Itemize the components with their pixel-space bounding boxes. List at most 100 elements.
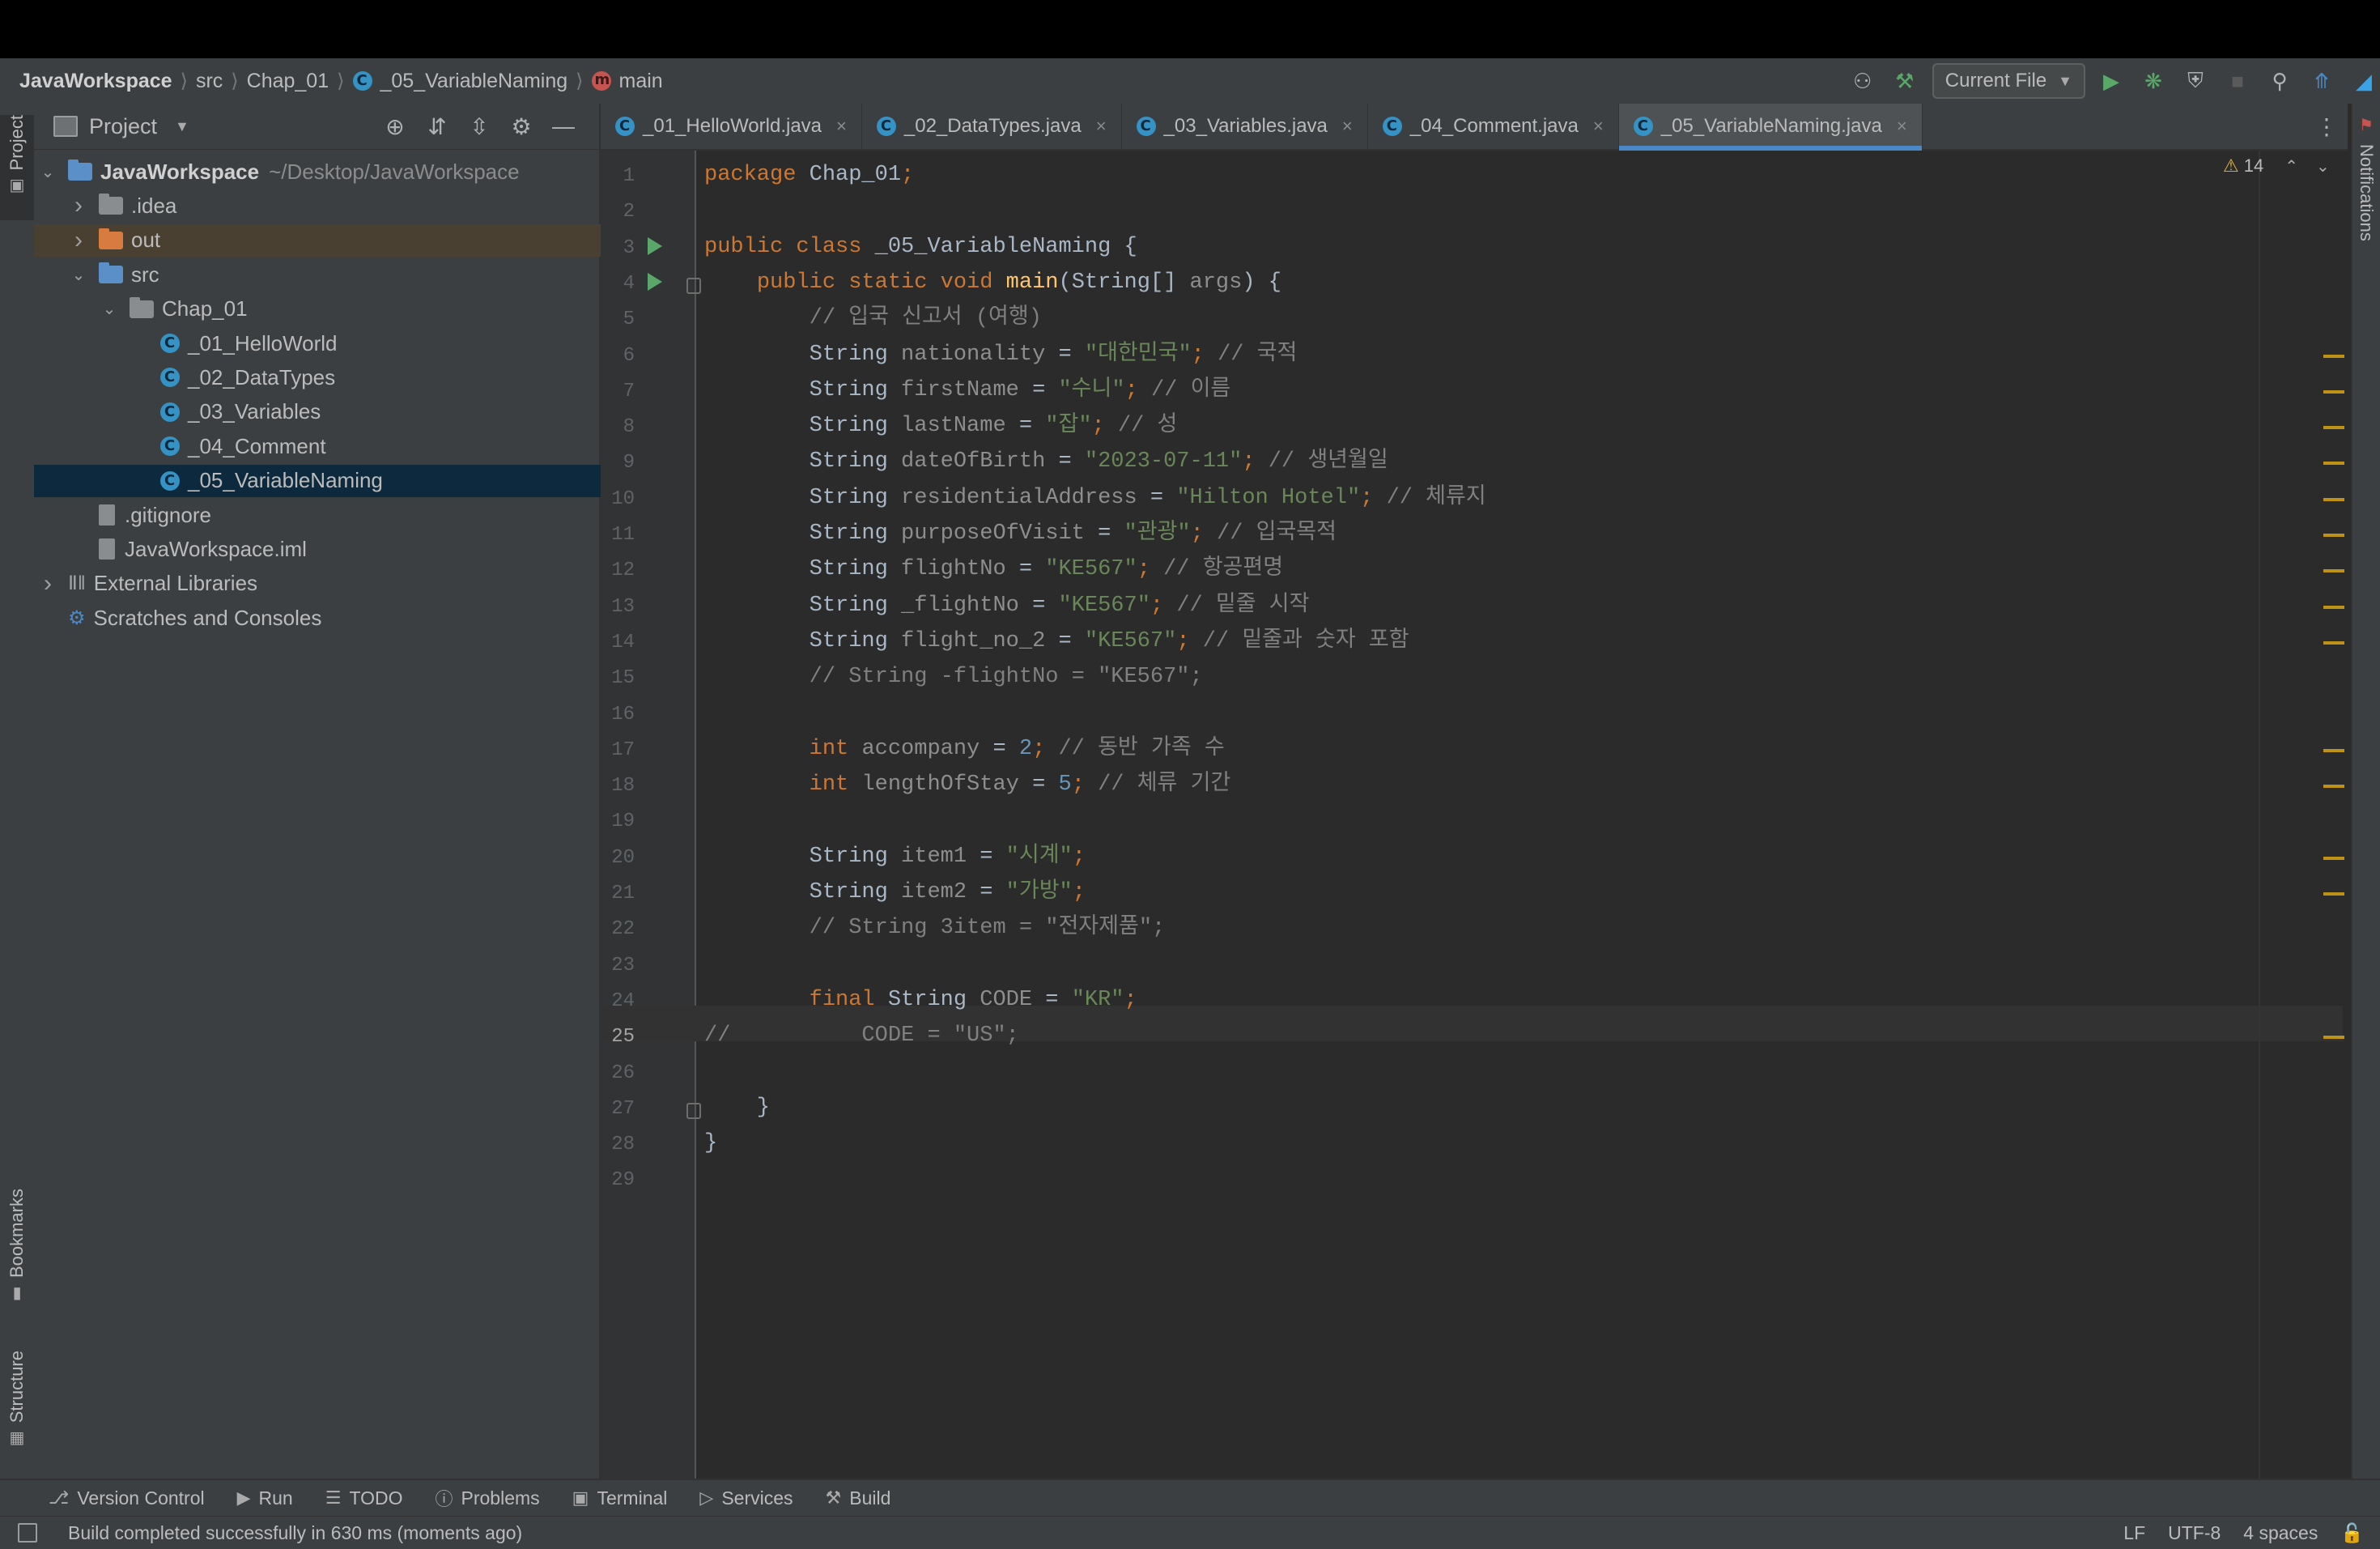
editor-tab[interactable]: _02_DataTypes.java × bbox=[862, 104, 1122, 149]
warning-marker[interactable] bbox=[2323, 569, 2344, 573]
tree-item[interactable]: _05_VariableNaming bbox=[34, 464, 696, 497]
chevron-up-icon[interactable]: ⌃ bbox=[2284, 156, 2298, 177]
close-icon[interactable]: × bbox=[1342, 116, 1353, 137]
code-line[interactable]: String flight_no_2 = "KE567"; // 밑줄과 숫자 … bbox=[704, 623, 1409, 659]
breadcrumb-item[interactable]: _05_VariableNaming bbox=[352, 70, 567, 93]
run-gutter-icon[interactable] bbox=[648, 272, 662, 291]
line-separator[interactable]: LF bbox=[2123, 1522, 2145, 1544]
code-line[interactable]: } bbox=[704, 1090, 770, 1126]
code-line[interactable]: final String CODE = "KR"; bbox=[704, 982, 1137, 1018]
fold-icon[interactable] bbox=[686, 1102, 701, 1119]
bottom-tool-problems[interactable]: ⓘ Problems bbox=[436, 1485, 540, 1511]
code-line[interactable]: int accompany = 2; // 동반 가족 수 bbox=[704, 731, 1225, 767]
warning-marker[interactable] bbox=[2323, 748, 2344, 752]
inspection-widget[interactable]: ⚠ 14 ⌃ ⌄ bbox=[2223, 155, 2330, 177]
close-icon[interactable]: × bbox=[836, 116, 847, 137]
warning-marker[interactable] bbox=[2323, 785, 2344, 789]
user-icon[interactable]: ⚇ bbox=[1847, 65, 1879, 97]
tree-item[interactable]: _04_Comment bbox=[34, 430, 696, 462]
warning-marker[interactable] bbox=[2323, 640, 2344, 645]
hide-icon[interactable]: — bbox=[542, 113, 584, 139]
run-gutter-icon[interactable] bbox=[648, 236, 662, 255]
code-line[interactable]: String flightNo = "KE567"; // 항공편명 bbox=[704, 551, 1283, 587]
build-hammer-icon[interactable]: ⚒ bbox=[1889, 65, 1921, 97]
update-icon[interactable]: ⤊ bbox=[2306, 65, 2338, 97]
tree-item[interactable]: › out bbox=[34, 223, 635, 257]
code-line[interactable]: String item1 = "시계"; bbox=[704, 839, 1086, 875]
lock-icon[interactable]: 🔓 bbox=[2340, 1522, 2364, 1544]
editor-tab[interactable]: _04_Comment.java × bbox=[1368, 104, 1619, 149]
warning-marker[interactable] bbox=[2323, 497, 2344, 501]
search-icon[interactable]: ⚲ bbox=[2263, 65, 2296, 97]
warning-marker[interactable] bbox=[2323, 389, 2344, 394]
editor-tab[interactable]: _05_VariableNaming.java × bbox=[1618, 104, 1923, 151]
bottom-tool-run[interactable]: ▶ Run bbox=[237, 1487, 293, 1509]
close-icon[interactable]: × bbox=[1593, 116, 1604, 137]
warning-marker[interactable] bbox=[2323, 892, 2344, 896]
bottom-tool-terminal[interactable]: ▣ Terminal bbox=[572, 1487, 668, 1509]
code-line[interactable]: package Chap_01; bbox=[704, 157, 914, 193]
warning-marker[interactable] bbox=[2323, 1036, 2344, 1040]
code-line[interactable]: // CODE = "US"; bbox=[704, 1018, 1019, 1053]
coverage-icon[interactable]: ⛨ bbox=[2179, 65, 2212, 97]
tree-item[interactable]: _01_HelloWorld bbox=[34, 327, 696, 360]
code-line[interactable]: public static void main(String[] args) { bbox=[704, 265, 1281, 300]
run-configuration-select[interactable]: Current File ▼ bbox=[1932, 63, 2085, 99]
breadcrumb-item[interactable]: src bbox=[196, 70, 223, 93]
gear-icon[interactable]: ⚙ bbox=[500, 113, 542, 140]
code-line[interactable]: } bbox=[704, 1126, 717, 1161]
code-line[interactable]: // String 3item = "전자제품"; bbox=[704, 910, 1166, 946]
bottom-tool-services[interactable]: ▷ Services bbox=[699, 1487, 793, 1509]
chevron-down-icon[interactable]: ▼ bbox=[175, 118, 189, 135]
code-line[interactable]: String firstName = "수니"; // 이름 bbox=[704, 372, 1231, 408]
locate-icon[interactable]: ⊕ bbox=[374, 113, 416, 140]
bottom-tool-build[interactable]: ⚒ Build bbox=[826, 1487, 891, 1509]
chevron-down-icon[interactable]: ⌄ bbox=[2316, 156, 2330, 177]
chevron-right-icon[interactable]: › bbox=[70, 227, 87, 254]
tree-item[interactable]: ⌄ Chap_01 bbox=[34, 293, 665, 326]
status-panel-icon[interactable] bbox=[18, 1523, 37, 1543]
editor-tab[interactable]: _03_Variables.java × bbox=[1122, 104, 1368, 149]
breadcrumb-item[interactable]: Chap_01 bbox=[247, 70, 329, 93]
indent-setting[interactable]: 4 spaces bbox=[2243, 1522, 2318, 1544]
expand-all-icon[interactable]: ⇵ bbox=[416, 113, 458, 140]
tree-item[interactable]: ⌄ JavaWorkspace ~/Desktop/JavaWorkspace bbox=[34, 155, 604, 188]
close-icon[interactable]: × bbox=[1096, 116, 1107, 137]
code-line[interactable]: String residentialAddress = "Hilton Hote… bbox=[704, 480, 1486, 516]
chevron-down-icon[interactable]: ⌄ bbox=[39, 162, 57, 182]
tree-item[interactable]: .gitignore bbox=[34, 499, 635, 531]
warning-marker[interactable] bbox=[2323, 856, 2344, 860]
warning-marker[interactable] bbox=[2323, 426, 2344, 430]
code-line[interactable]: int lengthOfStay = 5; // 체류 기간 bbox=[704, 767, 1231, 802]
project-pane-header[interactable]: Project ▼ ⊕ ⇵ ⇳ ⚙ — bbox=[34, 104, 599, 150]
breadcrumb-item[interactable]: main bbox=[591, 70, 663, 93]
file-encoding[interactable]: UTF-8 bbox=[2168, 1522, 2221, 1544]
editor-tab[interactable]: _01_HelloWorld.java × bbox=[601, 104, 862, 149]
debug-icon[interactable]: ❋ bbox=[2137, 65, 2170, 97]
code-line[interactable]: public class _05_VariableNaming { bbox=[704, 229, 1137, 265]
warning-marker[interactable] bbox=[2323, 354, 2344, 358]
bottom-tool-todo[interactable]: ☰ TODO bbox=[325, 1487, 403, 1509]
bottom-tool-version-control[interactable]: ⎇ Version Control bbox=[49, 1487, 205, 1509]
collapse-all-icon[interactable]: ⇳ bbox=[458, 113, 500, 140]
chevron-right-icon[interactable]: › bbox=[70, 192, 87, 219]
code-line[interactable]: String dateOfBirth = "2023-07-11"; // 생년… bbox=[704, 444, 1388, 479]
tool-tab-bookmarks[interactable]: Bookmarks ▮ bbox=[0, 1189, 34, 1318]
tree-item[interactable]: _02_DataTypes bbox=[34, 361, 696, 394]
tree-item[interactable]: _03_Variables bbox=[34, 396, 696, 428]
run-icon[interactable]: ▶ bbox=[2095, 65, 2127, 97]
jetbrains-icon[interactable]: ◢ bbox=[2348, 65, 2380, 97]
code-line[interactable]: // 입국 신고서 (여행) bbox=[704, 300, 1042, 336]
more-icon[interactable]: ⋮ bbox=[2315, 104, 2338, 149]
warning-marker[interactable] bbox=[2323, 605, 2344, 609]
breadcrumb-item[interactable]: JavaWorkspace bbox=[19, 70, 172, 93]
stop-icon[interactable]: ■ bbox=[2221, 65, 2254, 97]
chevron-right-icon[interactable]: › bbox=[39, 570, 57, 598]
chevron-down-icon[interactable]: ⌄ bbox=[70, 265, 87, 285]
tree-item[interactable]: ⌄ src bbox=[34, 258, 635, 291]
code-line[interactable]: String lastName = "잡"; // 성 bbox=[704, 408, 1178, 444]
fold-icon[interactable] bbox=[686, 277, 701, 294]
tree-item[interactable]: › Ⅱ‖ External Libraries bbox=[34, 568, 604, 600]
warning-marker[interactable] bbox=[2323, 534, 2344, 537]
tool-tab-structure[interactable]: Structure ▦ bbox=[0, 1351, 34, 1464]
